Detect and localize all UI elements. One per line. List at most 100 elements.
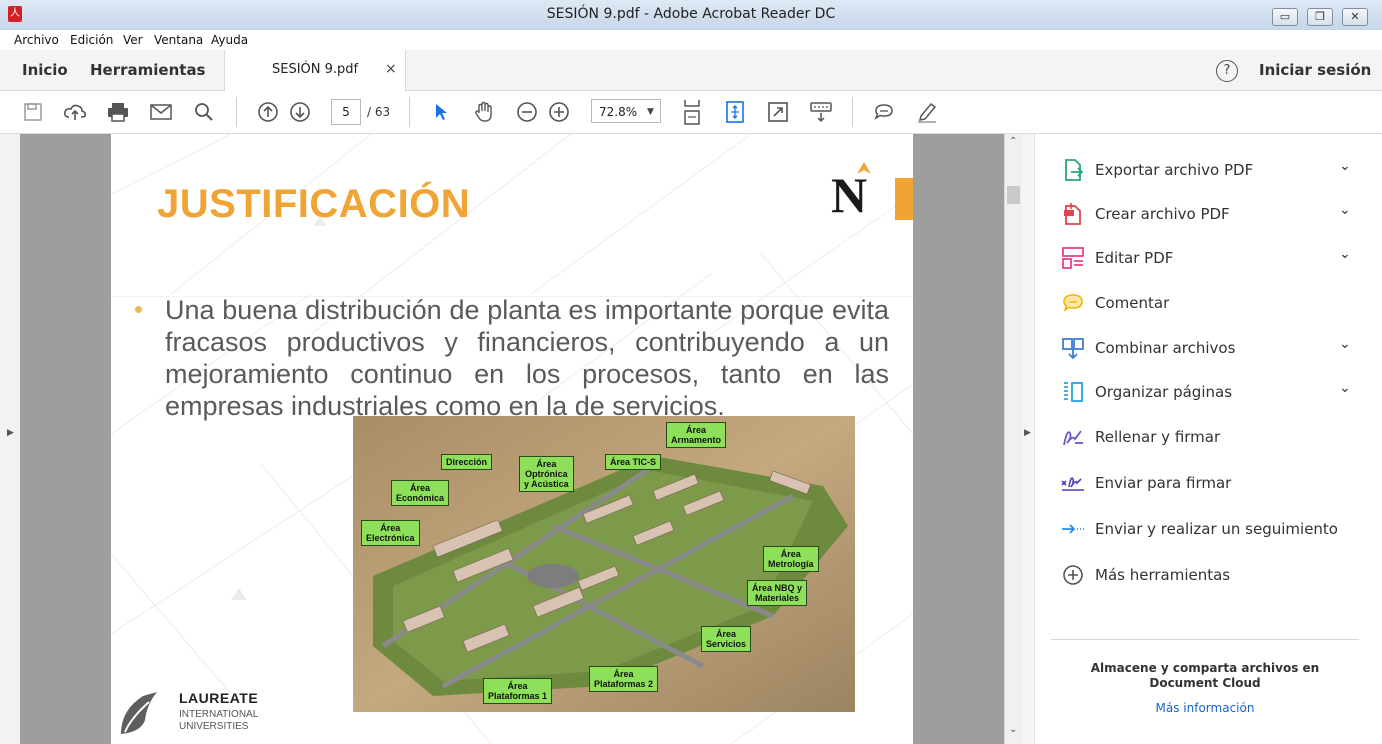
combine-files-icon xyxy=(1062,338,1084,360)
organize-pages-icon xyxy=(1064,382,1083,402)
read-mode-icon[interactable] xyxy=(808,99,834,125)
chevron-down-icon: ▼ xyxy=(647,107,654,117)
label-tics: Área TIC-S xyxy=(605,454,662,470)
label-plataformas-1: Área Plataformas 1 xyxy=(483,678,553,704)
tool-rellenar-firmar[interactable]: Rellenar y firmar xyxy=(1061,422,1361,452)
label-metrologia: Área Metrología xyxy=(763,546,819,572)
label-nbq: Área NBQ y Materiales xyxy=(747,580,808,606)
tool-editar-pdf[interactable]: Editar PDF ⌄ xyxy=(1061,243,1361,273)
more-tools-icon xyxy=(1063,565,1083,585)
expand-left-panel-icon[interactable]: ▶ xyxy=(7,428,14,438)
tab-document[interactable]: SESIÓN 9.pdf × xyxy=(224,50,406,91)
print-icon[interactable] xyxy=(105,99,131,125)
tool-enviar-firmar[interactable]: Enviar para firmar xyxy=(1061,468,1361,498)
highlight-pen-icon[interactable] xyxy=(914,99,940,125)
document-tab-label: SESIÓN 9.pdf xyxy=(272,62,359,77)
close-tab-icon[interactable]: × xyxy=(385,61,397,77)
document-view: JUSTIFICACIÓN N Una buena distribución d… xyxy=(20,134,1004,744)
collapse-right-panel-icon[interactable]: ▶ xyxy=(1024,428,1031,438)
comment-bubble-icon[interactable] xyxy=(871,99,897,125)
zoom-out-icon[interactable] xyxy=(514,99,540,125)
tool-comentar[interactable]: Comentar xyxy=(1061,288,1361,318)
hand-tool-icon[interactable] xyxy=(471,99,497,125)
bullet-dot xyxy=(135,306,142,313)
tool-combinar-archivos[interactable]: Combinar archivos ⌄ xyxy=(1061,333,1361,363)
brand-letter: N xyxy=(831,167,868,223)
toolbar-separator xyxy=(852,97,853,127)
tool-label: Crear archivo PDF xyxy=(1095,205,1230,223)
fit-page-icon[interactable] xyxy=(722,99,748,125)
tool-organizar-paginas[interactable]: Organizar páginas ⌄ xyxy=(1061,377,1361,407)
search-icon[interactable] xyxy=(191,99,217,125)
label-plataformas-2: Área Plataformas 2 xyxy=(589,666,659,692)
menu-ver[interactable]: Ver xyxy=(123,33,143,47)
menu-bar: Archivo Edición Ver Ventana Ayuda xyxy=(0,30,1382,50)
create-pdf-icon xyxy=(1064,203,1081,225)
menu-ventana[interactable]: Ventana xyxy=(154,33,203,47)
next-page-icon[interactable] xyxy=(287,99,313,125)
email-icon[interactable] xyxy=(148,99,174,125)
tab-herramientas[interactable]: Herramientas xyxy=(90,61,206,79)
title-bar: 人 SESIÓN 9.pdf - Adobe Acrobat Reader DC… xyxy=(0,0,1382,31)
upload-cloud-icon[interactable] xyxy=(62,99,88,125)
help-icon[interactable]: ? xyxy=(1216,60,1238,82)
page-number-input[interactable]: 5 xyxy=(331,99,361,125)
full-screen-icon[interactable] xyxy=(765,99,791,125)
help-icon-glyph: ? xyxy=(1223,63,1231,78)
close-window-button[interactable]: ✕ xyxy=(1342,8,1368,26)
maximize-button[interactable]: ❐ xyxy=(1307,8,1333,26)
minimize-button[interactable]: ▭ xyxy=(1272,8,1298,26)
toolbar-separator xyxy=(409,97,410,127)
right-panel-toggle[interactable]: ▶ xyxy=(1022,134,1034,744)
laureate-sub2: UNIVERSITIES xyxy=(179,721,249,732)
menu-ayuda[interactable]: Ayuda xyxy=(211,33,248,47)
scroll-up-icon[interactable]: ⌃ xyxy=(1009,136,1017,147)
select-cursor-icon[interactable] xyxy=(428,99,454,125)
page-total: / 63 xyxy=(367,105,391,119)
orange-accent-bar xyxy=(895,178,913,220)
label-servicios: Área Servicios xyxy=(701,626,752,652)
menu-archivo[interactable]: Archivo xyxy=(14,33,59,47)
comment-icon xyxy=(1063,294,1083,312)
chevron-down-icon[interactable]: ⌄ xyxy=(1339,202,1351,218)
scroll-mode-icon[interactable] xyxy=(679,99,705,125)
window-title: SESIÓN 9.pdf - Adobe Acrobat Reader DC xyxy=(546,6,836,22)
label-optronica: Área Optrónica y Acústica xyxy=(519,456,574,492)
more-info-link[interactable]: Más información xyxy=(1055,701,1355,715)
scroll-down-icon[interactable]: ⌄ xyxy=(1009,724,1017,735)
tool-label: Organizar páginas xyxy=(1095,383,1233,401)
tool-enviar-seguimiento[interactable]: Enviar y realizar un seguimiento xyxy=(1061,514,1361,544)
signin-link[interactable]: Iniciar sesión xyxy=(1259,61,1371,79)
tool-mas-herramientas[interactable]: Más herramientas xyxy=(1061,560,1361,590)
vertical-scrollbar[interactable]: ⌃ ⌄ xyxy=(1004,134,1023,744)
left-panel-strip: ▶ xyxy=(0,134,21,744)
send-sign-icon xyxy=(1061,477,1084,491)
campus-aerial-image: Área Armamento Dirección Área Optrónica … xyxy=(353,416,855,712)
slide-body-text: Una buena distribución de planta es impo… xyxy=(165,295,889,421)
fill-sign-icon xyxy=(1063,430,1083,446)
chevron-down-icon[interactable]: ⌄ xyxy=(1339,158,1351,174)
tab-bar: Inicio Herramientas ? Iniciar sesión xyxy=(0,50,1382,91)
scrollbar-thumb[interactable] xyxy=(1007,186,1020,204)
main-toolbar: 5 / 63 72.8% ▼ xyxy=(0,91,1382,134)
zoom-dropdown[interactable]: 72.8% ▼ xyxy=(591,99,661,123)
chevron-down-icon[interactable]: ⌄ xyxy=(1339,380,1351,396)
laureate-sub1: INTERNATIONAL xyxy=(179,709,259,720)
laureate-name: LAUREATE xyxy=(179,690,259,706)
chevron-down-icon[interactable]: ⌄ xyxy=(1339,246,1351,262)
tool-label: Más herramientas xyxy=(1095,566,1231,584)
prev-page-icon[interactable] xyxy=(255,99,281,125)
zoom-value: 72.8% xyxy=(599,105,638,119)
export-pdf-icon xyxy=(1065,159,1084,181)
save-icon[interactable] xyxy=(20,99,46,125)
menu-edicion[interactable]: Edición xyxy=(70,33,113,47)
toolbar-separator xyxy=(236,97,237,127)
tool-exportar-pdf[interactable]: Exportar archivo PDF ⌄ xyxy=(1061,155,1361,185)
tool-label: Enviar y realizar un seguimiento xyxy=(1095,520,1338,538)
tab-inicio[interactable]: Inicio xyxy=(22,61,68,79)
send-track-icon xyxy=(1062,524,1084,534)
tool-crear-pdf[interactable]: Crear archivo PDF ⌄ xyxy=(1061,199,1361,229)
zoom-in-icon[interactable] xyxy=(546,99,572,125)
tools-divider xyxy=(1051,639,1359,640)
chevron-down-icon[interactable]: ⌄ xyxy=(1339,336,1351,352)
